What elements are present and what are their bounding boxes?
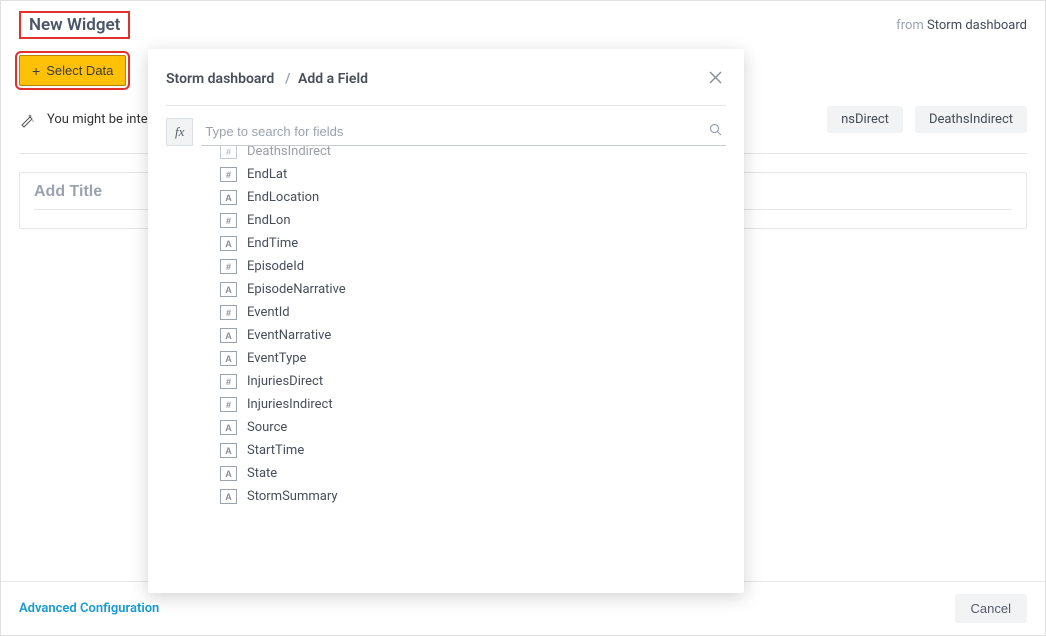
field-name: EndLat (247, 167, 287, 182)
breadcrumb-root[interactable]: Storm dashboard (166, 71, 274, 87)
number-type-icon: # (220, 374, 237, 389)
number-type-icon: # (220, 213, 237, 228)
suggestion-text: You might be inte (47, 112, 148, 127)
text-type-icon: A (220, 190, 237, 205)
search-icon (709, 123, 722, 140)
text-type-icon: A (220, 351, 237, 366)
field-name: InjuriesIndirect (247, 397, 333, 412)
field-name: EventNarrative (247, 328, 331, 343)
field-item[interactable]: A Source (220, 416, 726, 439)
field-item[interactable]: # InjuriesDirect (220, 370, 726, 393)
popover-header: Storm dashboard / Add a Field (166, 67, 726, 106)
from-prefix: from (896, 18, 924, 33)
field-name: DeathsIndirect (247, 146, 331, 159)
cancel-button[interactable]: Cancel (955, 594, 1027, 623)
field-item[interactable]: A EventType (220, 347, 726, 370)
field-name: EndLocation (247, 190, 319, 205)
field-name: EndLon (247, 213, 291, 228)
advanced-config-link[interactable]: Advanced Configuration (19, 601, 159, 616)
field-name: EpisodeId (247, 259, 304, 274)
select-data-label: Select Data (46, 63, 113, 78)
field-name: EpisodeNarrative (247, 282, 346, 297)
number-type-icon: # (220, 397, 237, 412)
field-item[interactable]: A EndLocation (220, 186, 726, 209)
from-block: from Storm dashboard (896, 18, 1027, 33)
wand-icon (19, 112, 35, 128)
field-picker-popover: Storm dashboard / Add a Field fx # Deaths… (148, 49, 744, 593)
text-type-icon: A (220, 236, 237, 251)
number-type-icon: # (220, 146, 237, 159)
field-name: StartTime (247, 443, 304, 458)
widget-header: New Widget from Storm dashboard (1, 1, 1045, 47)
field-name: InjuriesDirect (247, 374, 323, 389)
field-item[interactable]: A StormSummary (220, 485, 726, 508)
number-type-icon: # (220, 167, 237, 182)
field-list[interactable]: # DeathsIndirect # EndLat A EndLocation # EndLo… (166, 146, 726, 583)
search-input[interactable] (201, 118, 726, 145)
field-item[interactable]: A EventNarrative (220, 324, 726, 347)
breadcrumb: Storm dashboard / Add a Field (166, 71, 368, 87)
formula-button[interactable]: fx (166, 118, 193, 146)
field-item[interactable]: # EndLat (220, 163, 726, 186)
text-type-icon: A (220, 420, 237, 435)
field-name: StormSummary (247, 489, 338, 504)
close-button[interactable] (705, 67, 726, 91)
search-row: fx (166, 106, 726, 146)
field-item[interactable]: A EndTime (220, 232, 726, 255)
field-item[interactable]: # DeathsIndirect (220, 146, 726, 163)
text-type-icon: A (220, 489, 237, 504)
field-item[interactable]: # EventId (220, 301, 726, 324)
search-wrap (201, 118, 726, 146)
breadcrumb-separator: / (278, 71, 295, 87)
dashboard-name: Storm dashboard (927, 18, 1027, 33)
text-type-icon: A (220, 328, 237, 343)
page-title: New Widget (29, 15, 120, 35)
field-name: State (247, 466, 277, 481)
field-name: EndTime (247, 236, 298, 251)
text-type-icon: A (220, 443, 237, 458)
plus-icon: + (32, 64, 40, 78)
text-type-icon: A (220, 466, 237, 481)
select-data-block: + Select Data (1, 55, 126, 86)
field-name: EventType (247, 351, 306, 366)
text-type-icon: A (220, 282, 237, 297)
field-name: Source (247, 420, 287, 435)
number-type-icon: # (220, 305, 237, 320)
field-item[interactable]: A State (220, 462, 726, 485)
field-item[interactable]: A StartTime (220, 439, 726, 462)
breadcrumb-leaf: Add a Field (298, 71, 368, 87)
close-icon (709, 71, 722, 84)
field-name: EventId (247, 305, 290, 320)
field-item[interactable]: # EpisodeId (220, 255, 726, 278)
field-item[interactable]: # InjuriesIndirect (220, 393, 726, 416)
field-item[interactable]: A EpisodeNarrative (220, 278, 726, 301)
page-title-highlight: New Widget (19, 11, 130, 39)
field-item[interactable]: # EndLon (220, 209, 726, 232)
select-data-button[interactable]: + Select Data (19, 55, 126, 86)
suggestion-chip[interactable]: DeathsIndirect (915, 106, 1027, 133)
suggestion-chip[interactable]: nsDirect (827, 106, 903, 133)
number-type-icon: # (220, 259, 237, 274)
